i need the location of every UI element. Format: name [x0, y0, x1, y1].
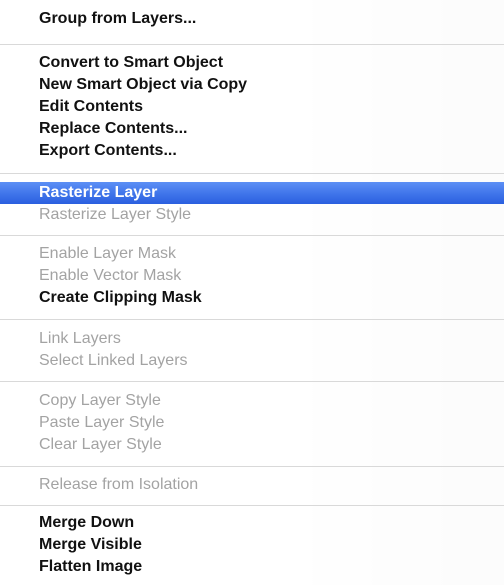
menu-item-link-layers: Link Layers [39, 330, 121, 347]
menu-item-export-contents[interactable]: Export Contents... [0, 140, 504, 162]
menu-item-rasterize-layer-style: Rasterize Layer Style [39, 206, 192, 223]
menu-separator [0, 505, 504, 506]
menu-item-select-linked-layers: Select Linked Layers [39, 352, 188, 369]
menu-item-clear-layer-style: Clear Layer Style [39, 436, 162, 453]
menu-item-group-from-layers[interactable]: Group from Layers... [0, 8, 504, 30]
menu-separator [0, 44, 504, 45]
menu-item-replace-contents[interactable]: Replace Contents... [0, 118, 504, 140]
menu-item-create-clipping-mask[interactable]: Create Clipping Mask [0, 287, 504, 309]
menu-separator [0, 319, 504, 320]
menu-item-merge-visible[interactable]: Merge Visible [0, 534, 504, 556]
menu-item-release-from-isolation: Release from Isolation [39, 476, 199, 493]
menu-separator [0, 466, 504, 467]
menu-separator [0, 235, 504, 236]
menu-item-new-smart-object-via-copy[interactable]: New Smart Object via Copy [0, 74, 504, 96]
menu-item-rasterize-layer[interactable]: Rasterize Layer [0, 182, 504, 204]
menu-separator [0, 381, 504, 382]
menu-item-enable-vector-mask: Enable Vector Mask [39, 267, 182, 284]
menu-item-edit-contents[interactable]: Edit Contents [0, 96, 504, 118]
menu-item-enable-layer-mask: Enable Layer Mask [39, 245, 176, 262]
layer-context-menu: Group from Layers... Convert to Smart Ob… [0, 0, 504, 585]
menu-item-copy-layer-style: Copy Layer Style [39, 392, 161, 409]
menu-separator [0, 173, 504, 174]
menu-item-merge-down[interactable]: Merge Down [0, 512, 504, 534]
menu-item-paste-layer-style: Paste Layer Style [39, 414, 165, 431]
menu-item-flatten-image[interactable]: Flatten Image [0, 556, 504, 578]
menu-item-convert-to-smart-object[interactable]: Convert to Smart Object [0, 52, 504, 74]
